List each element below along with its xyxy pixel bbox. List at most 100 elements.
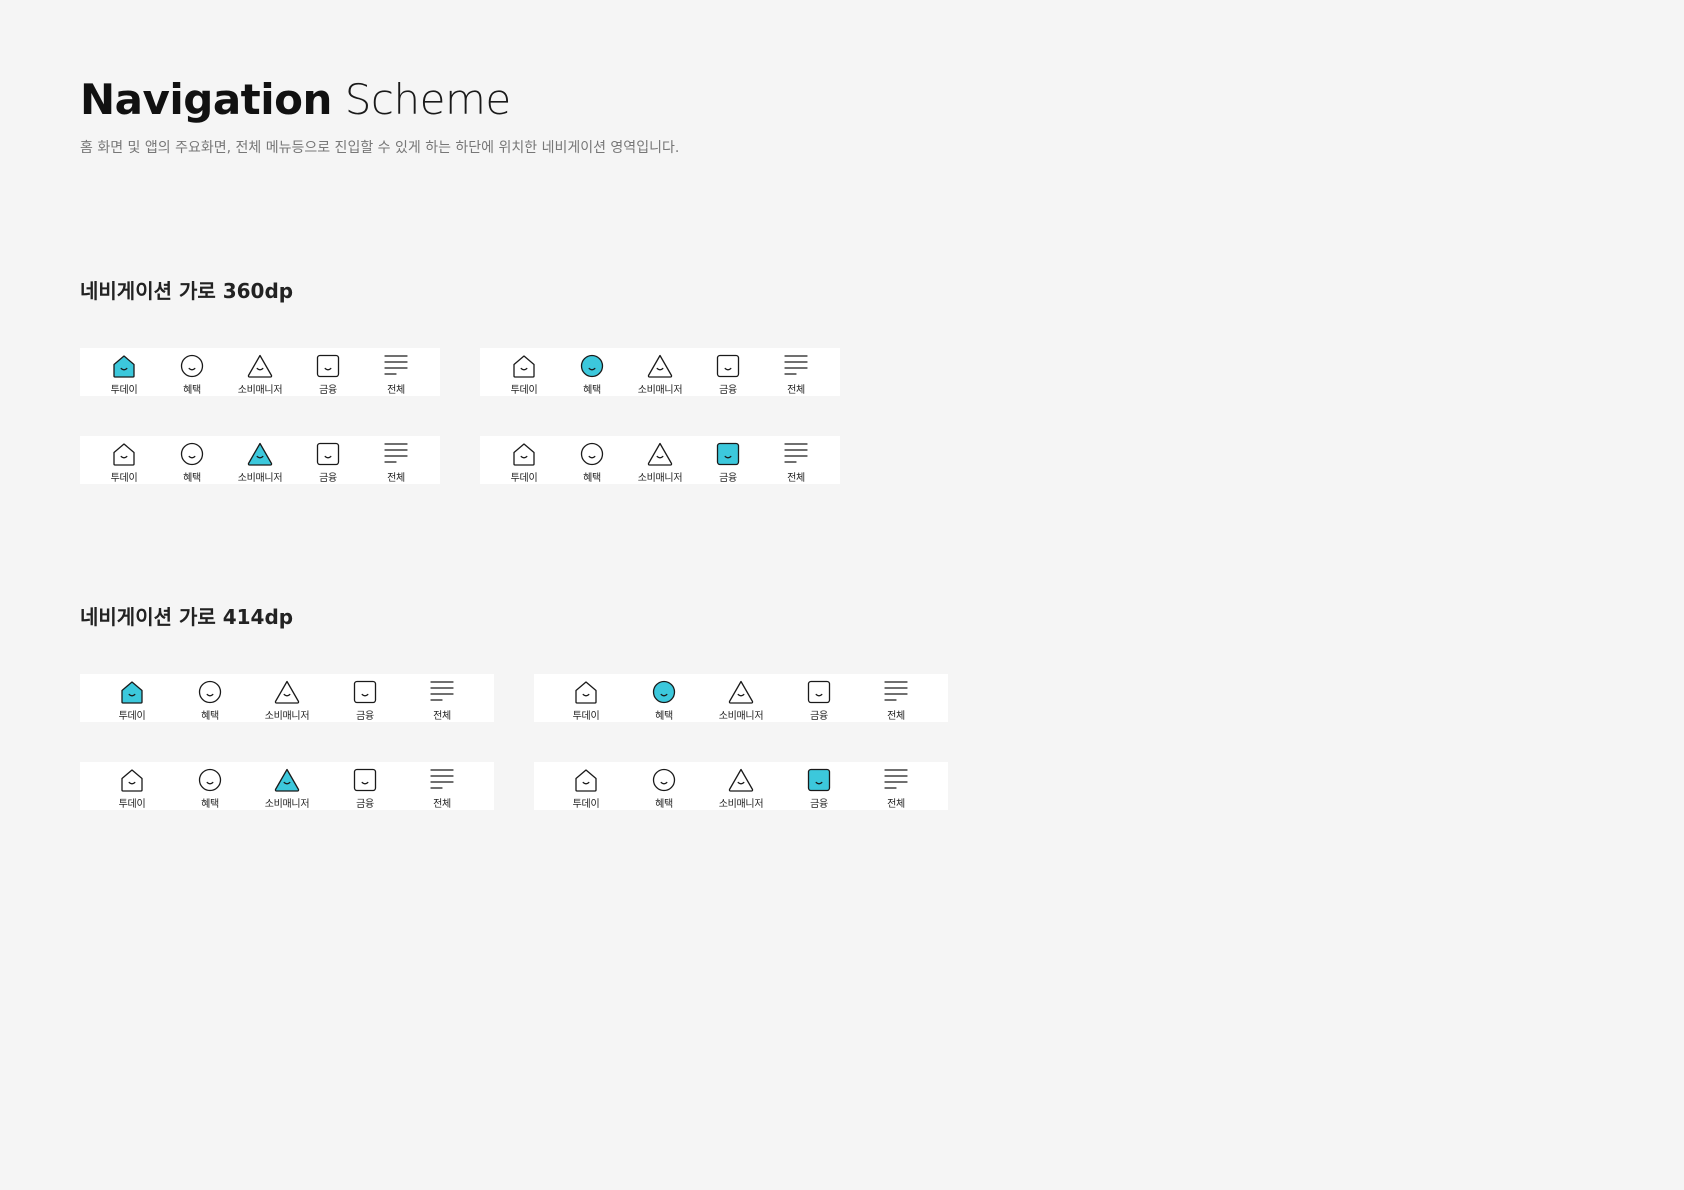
section-heading-414: 네비게이션 가로 414dp — [80, 605, 294, 629]
nav-item-label: 금융 — [356, 799, 374, 810]
home-icon — [110, 440, 138, 468]
nav-item-today-active[interactable]: 투데이 — [94, 348, 154, 396]
home-icon — [110, 352, 138, 380]
smile-circle-icon — [178, 440, 206, 468]
nav-item-today[interactable]: 투데이 — [494, 348, 554, 396]
nav-item-today[interactable]: 투데이 — [94, 436, 154, 484]
nav-item-all[interactable]: 전체 — [366, 348, 426, 396]
square-smile-icon — [351, 766, 379, 794]
bottom-navigation-bar: 투데이 혜택 소비매니저 금융 전체 — [480, 348, 840, 396]
nav-item-benefit[interactable]: 혜택 — [162, 348, 222, 396]
smile-circle-icon — [578, 352, 606, 380]
nav-item-spending-manager[interactable]: 소비매니저 — [711, 762, 771, 810]
nav-item-spending-manager-active[interactable]: 소비매니저 — [257, 762, 317, 810]
nav-item-label: 금융 — [356, 711, 374, 722]
square-smile-icon — [351, 678, 379, 706]
nav-item-spending-manager[interactable]: 소비매니저 — [257, 674, 317, 722]
nav-item-label: 소비매니저 — [718, 711, 764, 722]
nav-item-label: 금융 — [319, 473, 337, 484]
page-title-light: Scheme — [344, 75, 511, 124]
smile-circle-icon — [196, 678, 224, 706]
nav-item-benefit[interactable]: 혜택 — [162, 436, 222, 484]
nav-item-finance-active[interactable]: 금융 — [698, 436, 758, 484]
nav-item-finance[interactable]: 금융 — [789, 674, 849, 722]
menu-lines-icon — [782, 352, 810, 380]
triangle-smile-icon — [646, 440, 674, 468]
nav-item-today[interactable]: 투데이 — [494, 436, 554, 484]
nav-item-spending-manager[interactable]: 소비매니저 — [630, 436, 690, 484]
nav-item-benefit[interactable]: 혜택 — [634, 762, 694, 810]
nav-item-benefit[interactable]: 혜택 — [180, 674, 240, 722]
square-smile-icon — [314, 440, 342, 468]
nav-item-today[interactable]: 투데이 — [556, 674, 616, 722]
nav-item-finance[interactable]: 금융 — [698, 348, 758, 396]
nav-item-spending-manager[interactable]: 소비매니저 — [630, 348, 690, 396]
nav-item-today-active[interactable]: 투데이 — [102, 674, 162, 722]
nav-item-benefit[interactable]: 혜택 — [180, 762, 240, 810]
nav-item-today[interactable]: 투데이 — [556, 762, 616, 810]
nav-item-all[interactable]: 전체 — [412, 674, 472, 722]
nav-item-spending-manager[interactable]: 소비매니저 — [711, 674, 771, 722]
nav-item-label: 소비매니저 — [264, 799, 310, 810]
nav-item-today[interactable]: 투데이 — [102, 762, 162, 810]
nav-item-label: 소비매니저 — [237, 473, 283, 484]
menu-lines-icon — [782, 440, 810, 468]
square-smile-icon — [805, 678, 833, 706]
smile-circle-icon — [178, 352, 206, 380]
nav-item-finance[interactable]: 금융 — [335, 762, 395, 810]
nav-item-label: 금융 — [319, 385, 337, 396]
nav-item-finance-active[interactable]: 금융 — [789, 762, 849, 810]
bottom-navigation-bar: 투데이 혜택 소비매니저 금융 전체 — [80, 674, 494, 722]
triangle-smile-icon — [646, 352, 674, 380]
nav-item-label: 투데이 — [110, 385, 138, 396]
nav-item-label: 투데이 — [572, 711, 600, 722]
page-title-bold: Navigation — [80, 75, 332, 124]
nav-item-benefit[interactable]: 혜택 — [562, 436, 622, 484]
nav-item-label: 소비매니저 — [637, 473, 683, 484]
triangle-smile-icon — [246, 352, 274, 380]
nav-item-label: 혜택 — [201, 799, 219, 810]
nav-item-label: 투데이 — [118, 799, 146, 810]
bottom-navigation-bar: 투데이 혜택 소비매니저 금융 전체 — [80, 348, 440, 396]
nav-item-label: 소비매니저 — [237, 385, 283, 396]
nav-item-label: 전체 — [787, 385, 805, 396]
nav-item-all[interactable]: 전체 — [412, 762, 472, 810]
nav-item-label: 혜택 — [183, 385, 201, 396]
smile-circle-icon — [650, 678, 678, 706]
nav-item-all[interactable]: 전체 — [866, 762, 926, 810]
nav-item-finance[interactable]: 금융 — [298, 436, 358, 484]
triangle-smile-icon — [273, 766, 301, 794]
menu-lines-icon — [882, 766, 910, 794]
menu-lines-icon — [428, 678, 456, 706]
smile-circle-icon — [650, 766, 678, 794]
smile-circle-icon — [578, 440, 606, 468]
nav-item-label: 금융 — [719, 385, 737, 396]
bottom-navigation-bar: 투데이 혜택 소비매니저 금융 전체 — [480, 436, 840, 484]
nav-item-label: 혜택 — [655, 799, 673, 810]
bottom-navigation-bar: 투데이 혜택 소비매니저 금융 전체 — [534, 762, 948, 810]
nav-item-benefit-active[interactable]: 혜택 — [562, 348, 622, 396]
nav-item-finance[interactable]: 금융 — [335, 674, 395, 722]
home-icon — [510, 352, 538, 380]
nav-item-label: 소비매니저 — [718, 799, 764, 810]
nav-item-label: 금융 — [810, 799, 828, 810]
nav-item-all[interactable]: 전체 — [866, 674, 926, 722]
nav-item-all[interactable]: 전체 — [366, 436, 426, 484]
nav-item-label: 전체 — [387, 473, 405, 484]
nav-item-label: 투데이 — [110, 473, 138, 484]
nav-item-spending-manager[interactable]: 소비매니저 — [230, 348, 290, 396]
nav-item-spending-manager-active[interactable]: 소비매니저 — [230, 436, 290, 484]
menu-lines-icon — [882, 678, 910, 706]
nav-item-label: 전체 — [433, 799, 451, 810]
nav-item-all[interactable]: 전체 — [766, 348, 826, 396]
menu-lines-icon — [382, 352, 410, 380]
nav-item-all[interactable]: 전체 — [766, 436, 826, 484]
nav-item-finance[interactable]: 금융 — [298, 348, 358, 396]
nav-item-label: 금융 — [719, 473, 737, 484]
menu-lines-icon — [428, 766, 456, 794]
smile-circle-icon — [196, 766, 224, 794]
nav-item-benefit-active[interactable]: 혜택 — [634, 674, 694, 722]
section-heading-360: 네비게이션 가로 360dp — [80, 279, 294, 303]
square-smile-icon — [805, 766, 833, 794]
triangle-smile-icon — [727, 678, 755, 706]
